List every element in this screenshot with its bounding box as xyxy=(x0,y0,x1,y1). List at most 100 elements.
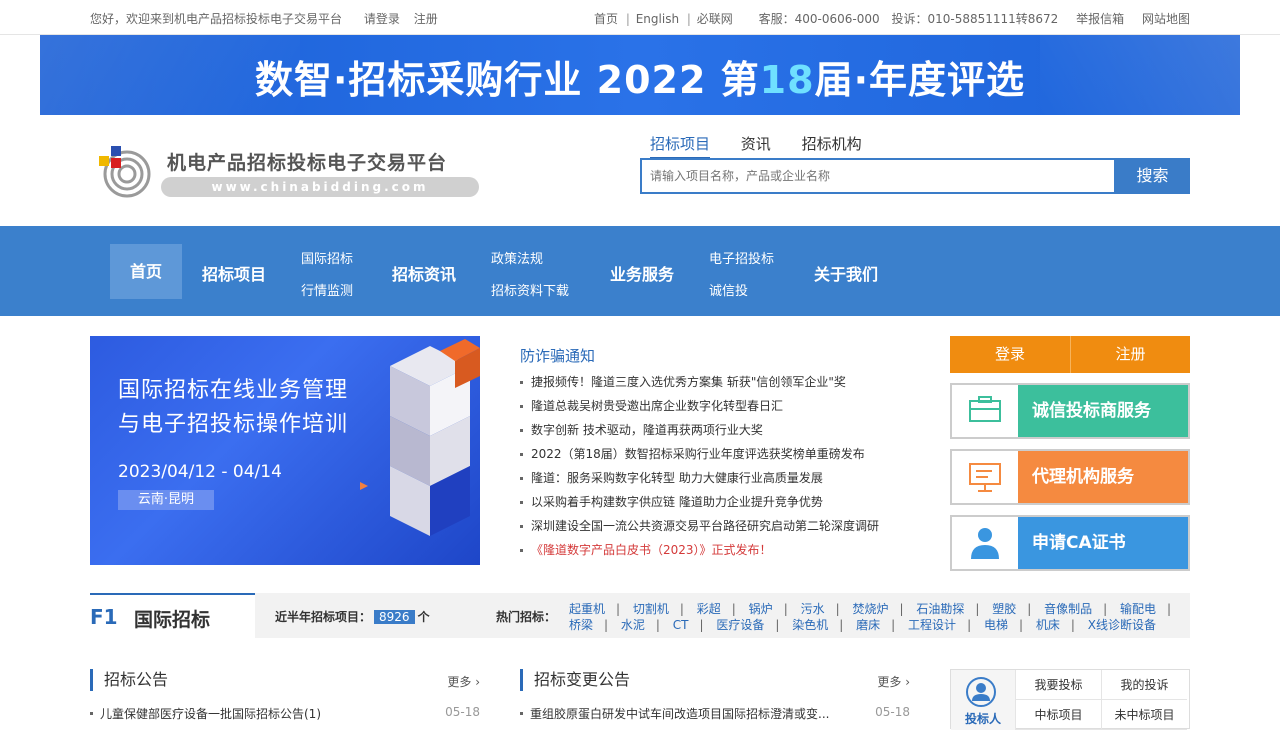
nav-about[interactable]: 关于我们 xyxy=(814,261,878,285)
login-link[interactable]: 请登录 xyxy=(364,12,400,26)
news-heading[interactable]: 防诈骗通知 xyxy=(520,345,900,366)
f1-number: F1 xyxy=(90,605,118,629)
nav-business[interactable]: 业务服务 xyxy=(610,261,674,285)
f1-section-bar: F1 国际招标 近半年招标项目： 8926 个 热门招标： 起重机 | 切割机 | 彩超… xyxy=(90,593,1190,638)
hot-tag[interactable]: 污水 xyxy=(801,602,825,616)
change-notice-more-link[interactable]: 更多 › xyxy=(877,671,910,693)
nav-intl-bidding[interactable]: 国际招标 xyxy=(301,248,353,267)
hot-bids-label: 热门招标： xyxy=(496,610,557,624)
search-tabs: 招标项目 资讯 招标机构 xyxy=(650,133,888,159)
hot-tag[interactable]: 彩超 xyxy=(697,602,721,616)
agency-service-label: 代理机构服务 xyxy=(1018,451,1188,503)
ebnew-link[interactable]: 必联网 xyxy=(697,12,733,26)
agency-service-button[interactable]: 代理机构服务 xyxy=(950,449,1190,505)
nav-policy[interactable]: 政策法规 xyxy=(491,248,543,267)
item-date: 05-18 xyxy=(875,705,910,719)
news-list: 防诈骗通知 捷报频传！隆道三度入选优秀方案集 斩获"信创领军企业"奖 隆道总裁吴… xyxy=(520,345,900,562)
hot-tag[interactable]: CT xyxy=(673,618,689,632)
ca-cert-label: 申请CA证书 xyxy=(1018,517,1188,569)
news-item[interactable]: 深圳建设全国一流公共资源交易平台路径研究启动第二轮深度调研 xyxy=(520,514,900,538)
hot-tag[interactable]: 塑胶 xyxy=(992,602,1016,616)
report-mailbox-link[interactable]: 举报信箱 xyxy=(1076,12,1124,26)
f1-count-value: 8926 xyxy=(374,610,415,624)
hot-tag[interactable]: 切割机 xyxy=(633,602,669,616)
logo-title: 机电产品招标投标电子交易平台 xyxy=(167,152,448,174)
bid-notice-list: 招标公告 更多 › 儿童保健部医疗设备一批国际招标公告(1) 05-18 xyxy=(90,669,480,721)
logo-mark-icon xyxy=(99,146,151,198)
user-icon xyxy=(971,528,999,559)
news-item[interactable]: 捷报频传！隆道三度入选优秀方案集 斩获"信创领军企业"奖 xyxy=(520,370,900,394)
bid-now-link[interactable]: 我要投标 xyxy=(1015,670,1101,700)
bidder-panel: 投标人 我要投标 我的投诉 中标项目 未中标项目 xyxy=(950,669,1190,730)
news-item[interactable]: 隆道：服务采购数字化转型 助力大健康行业高质量发展 xyxy=(520,466,900,490)
service-phone: 客服：400-0606-000 xyxy=(758,12,880,26)
news-item[interactable]: 数字创新 技术驱动，隆道再获两项行业大奖 xyxy=(520,418,900,442)
nav-home[interactable]: 首页 xyxy=(110,244,182,299)
hot-tag[interactable]: 桥梁 xyxy=(569,618,593,632)
top-banner[interactable]: 数智·招标采购行业 2022 第18届·年度评选 xyxy=(40,35,1240,115)
main-nav: 首页 招标项目 国际招标 行情监测 招标资讯 政策法规 招标资料下载 业务服务 … xyxy=(0,226,1280,316)
logo-url: www.chinabidding.com xyxy=(161,177,479,197)
nav-downloads[interactable]: 招标资料下载 xyxy=(491,280,569,299)
nav-bidding-news[interactable]: 招标资讯 xyxy=(392,261,456,285)
search-tab-projects[interactable]: 招标项目 xyxy=(650,133,711,159)
change-notice-title: 招标变更公告 xyxy=(534,670,631,689)
news-item[interactable]: 隆道总裁吴树贵受邀出席企业数字化转型春日汇 xyxy=(520,394,900,418)
focus-location: 云南·昆明 xyxy=(118,490,214,510)
hot-tag[interactable]: 音像制品 xyxy=(1044,602,1092,616)
f1-count: 近半年招标项目： 8926 个 xyxy=(275,610,430,624)
news-item[interactable]: 以采购着手构建数字供应链 隆道助力企业提升竞争优势 xyxy=(520,490,900,514)
search-input[interactable] xyxy=(642,160,1114,192)
search-tab-news[interactable]: 资讯 xyxy=(741,133,771,157)
search-tab-agencies[interactable]: 招标机构 xyxy=(802,133,862,157)
hot-tag[interactable]: 磨床 xyxy=(856,618,880,632)
hot-tag[interactable]: 焚烧炉 xyxy=(852,602,888,616)
hot-tags: 起重机 | 切割机 | 彩超 | 锅炉 | 污水 | 焚烧炉 | 石油勘探 | 塑胶 | 音像制… xyxy=(569,602,1172,632)
hot-tag[interactable]: 染色机 xyxy=(792,618,828,632)
won-projects-link[interactable]: 中标项目 xyxy=(1015,700,1101,730)
focus-banner[interactable]: 国际招标在线业务管理 与电子招投标操作培训 2023/04/12 - 04/14… xyxy=(90,336,480,565)
nav-e-bidding[interactable]: 电子招投标 xyxy=(709,248,774,267)
bid-notice-more-link[interactable]: 更多 › xyxy=(447,671,480,693)
search-button[interactable]: 搜索 xyxy=(1115,158,1190,194)
home-link[interactable]: 首页 xyxy=(594,12,618,26)
hot-tag[interactable]: 工程设计 xyxy=(908,618,956,632)
nav-credit-bid[interactable]: 诚信投 xyxy=(709,280,748,299)
nav-market-monitor[interactable]: 行情监测 xyxy=(301,280,353,299)
search-box xyxy=(640,158,1116,194)
register-link[interactable]: 注册 xyxy=(414,12,438,26)
hot-tag[interactable]: 起重机 xyxy=(569,602,605,616)
hot-tag[interactable]: X线诊断设备 xyxy=(1088,618,1156,632)
english-link[interactable]: English xyxy=(636,12,679,26)
focus-line1: 国际招标在线业务管理 xyxy=(118,378,349,403)
credit-service-button[interactable]: 诚信投标商服务 xyxy=(950,383,1190,439)
bidder-user-icon xyxy=(966,677,996,707)
ca-cert-button[interactable]: 申请CA证书 xyxy=(950,515,1190,571)
site-logo[interactable]: 机电产品招标投标电子交易平台 www.chinabidding.com xyxy=(95,140,495,202)
news-item[interactable]: 《隆道数字产品白皮书（2023）》正式发布！ xyxy=(520,538,900,562)
focus-date: 2023/04/12 - 04/14 xyxy=(118,462,282,482)
banner-text-b: 届·年度评选 xyxy=(814,58,1025,102)
bid-notice-title: 招标公告 xyxy=(104,670,169,689)
hot-tag[interactable]: 机床 xyxy=(1036,618,1060,632)
nav-bidding-projects[interactable]: 招标项目 xyxy=(202,261,266,285)
hot-tag[interactable]: 输配电 xyxy=(1120,602,1156,616)
hot-tag[interactable]: 医疗设备 xyxy=(716,618,764,632)
my-complaints-link[interactable]: 我的投诉 xyxy=(1101,670,1187,700)
hot-tag[interactable]: 水泥 xyxy=(621,618,645,632)
side-login-button[interactable]: 登录 xyxy=(950,336,1070,373)
toolbox-icon xyxy=(969,396,1001,422)
f1-title: 国际招标 xyxy=(134,609,211,631)
list-item[interactable]: 重组胶原蛋白研发中试车间改造项目国际招标澄清或变... 05-18 xyxy=(520,705,910,721)
presentation-icon xyxy=(969,463,1001,492)
news-item[interactable]: 2022（第18届）数智招标采购行业年度评选获奖榜单重磅发布 xyxy=(520,442,900,466)
item-date: 05-18 xyxy=(445,705,480,719)
sitemap-link[interactable]: 网站地图 xyxy=(1142,12,1190,26)
hot-tag[interactable]: 锅炉 xyxy=(749,602,773,616)
side-register-button[interactable]: 注册 xyxy=(1070,336,1190,373)
hot-tag[interactable]: 石油勘探 xyxy=(916,602,964,616)
lost-projects-link[interactable]: 未中标项目 xyxy=(1101,700,1187,730)
hot-tag[interactable]: 电梯 xyxy=(984,618,1008,632)
list-item[interactable]: 儿童保健部医疗设备一批国际招标公告(1) 05-18 xyxy=(90,705,480,721)
banner-text-a: 数智·招标采购行业 2022 第 xyxy=(255,58,760,102)
